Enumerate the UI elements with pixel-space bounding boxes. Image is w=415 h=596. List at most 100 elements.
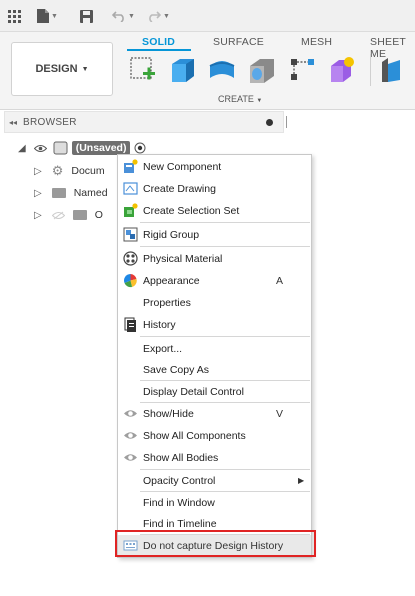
- menu-item-find-in-window[interactable]: Find in Window: [118, 492, 311, 513]
- tab-mesh[interactable]: MESH: [301, 36, 332, 48]
- tree-label: Named: [73, 187, 108, 199]
- gear-icon: ⚙: [51, 163, 64, 178]
- menu-item-display-detail-control[interactable]: Display Detail Control: [118, 381, 311, 402]
- eye-icon: [124, 454, 137, 461]
- menu-item-show-all-components[interactable]: Show All Components: [118, 425, 311, 446]
- workspace-label: DESIGN: [35, 63, 78, 75]
- menu-item-label: Export...: [143, 342, 183, 355]
- menu-item-label: Save Copy As: [143, 363, 209, 376]
- shortcut-label: A: [276, 274, 284, 287]
- undo-icon: [112, 11, 124, 22]
- menu-item-appearance[interactable]: Appearance A: [118, 270, 311, 291]
- expand-triangle-icon[interactable]: ▷: [34, 210, 42, 221]
- menu-item-label: New Component: [143, 160, 222, 173]
- context-menu: New Component Create Drawing Create Sele…: [117, 154, 312, 558]
- expand-triangle-icon[interactable]: ◢: [18, 143, 26, 154]
- menu-separator: [140, 246, 310, 247]
- browser-resize-handle[interactable]: [286, 116, 287, 128]
- file-icon: [37, 9, 49, 23]
- menu-item-export[interactable]: Export...: [118, 338, 311, 359]
- menu-item-label: Show All Components: [143, 429, 246, 442]
- app-grid-icon[interactable]: [8, 8, 21, 24]
- eye-icon: [124, 410, 137, 417]
- pattern-icon[interactable]: [288, 54, 320, 86]
- menu-item-label: Physical Material: [143, 252, 223, 265]
- save-icon: [80, 9, 93, 23]
- menu-item-save-copy-as[interactable]: Save Copy As: [118, 359, 311, 380]
- undo-button[interactable]: ▼: [112, 8, 135, 24]
- combine-icon[interactable]: [325, 54, 357, 86]
- menu-item-label: Show/Hide: [143, 407, 194, 420]
- menu-item-history[interactable]: History: [118, 314, 311, 335]
- workspace-switcher-button[interactable]: DESIGN ▼: [11, 42, 113, 96]
- menu-separator: [140, 336, 310, 337]
- shortcut-label: V: [276, 407, 284, 420]
- tree-row-document-settings[interactable]: ▷ ⚙ Docum: [34, 161, 105, 181]
- save-button[interactable]: [80, 8, 93, 24]
- browser-title: BROWSER: [23, 116, 77, 128]
- eye-icon[interactable]: [33, 144, 47, 153]
- hole-icon[interactable]: [246, 54, 278, 86]
- menu-item-label: Properties: [143, 296, 191, 309]
- menu-item-show-all-bodies[interactable]: Show All Bodies: [118, 447, 311, 468]
- menu-item-label: Find in Timeline: [143, 517, 217, 530]
- expand-triangle-icon[interactable]: ▷: [34, 188, 42, 199]
- tree-row-origin[interactable]: ▷ O: [34, 205, 103, 225]
- active-tab-indicator: [127, 49, 191, 51]
- menu-item-label: Appearance: [143, 274, 200, 287]
- tree-label: Docum: [71, 165, 105, 177]
- browser-header: ◂◂ BROWSER: [4, 111, 284, 133]
- pin-panel-icon[interactable]: [266, 119, 273, 126]
- ribbon: DESIGN ▼ SOLID SURFACE MESH SHEET ME CRE…: [0, 32, 415, 110]
- menu-item-create-selection-set[interactable]: Create Selection Set: [118, 200, 311, 221]
- chevron-down-icon: ▼: [81, 65, 89, 73]
- collapse-panel-icon[interactable]: ◂◂: [9, 118, 17, 127]
- menu-item-physical-material[interactable]: Physical Material: [118, 248, 311, 269]
- redo-button[interactable]: ▼: [147, 8, 170, 24]
- ribbon-divider: [370, 54, 371, 86]
- tab-surface[interactable]: SURFACE: [213, 36, 264, 48]
- chevron-down-icon: ▼: [51, 12, 58, 20]
- menu-item-label: Opacity Control: [143, 474, 216, 487]
- flange-icon[interactable]: [378, 54, 410, 86]
- revolve-icon[interactable]: [206, 54, 238, 86]
- document-root-label[interactable]: (Unsaved): [71, 141, 131, 155]
- chevron-down-icon: ▼: [163, 12, 170, 20]
- create-sketch-icon[interactable]: [128, 54, 160, 86]
- menu-item-label: Show All Bodies: [143, 451, 219, 464]
- menu-item-create-drawing[interactable]: Create Drawing: [118, 178, 311, 199]
- chevron-down-icon: ▼: [256, 98, 263, 104]
- folder-icon: [72, 210, 87, 220]
- highlight-annotation-box: [115, 530, 316, 557]
- physical-material-icon: [123, 251, 138, 266]
- chevron-down-icon: ▼: [128, 12, 135, 20]
- menu-item-label: Find in Window: [143, 496, 215, 509]
- menu-item-rigid-group[interactable]: Rigid Group: [118, 224, 311, 245]
- menu-item-show-hide[interactable]: Show/Hide V: [118, 403, 311, 424]
- file-menu-button[interactable]: ▼: [37, 8, 58, 24]
- folder-icon: [51, 188, 66, 198]
- extrude-box-icon[interactable]: [166, 54, 198, 86]
- hidden-eye-icon[interactable]: [51, 211, 65, 220]
- component-icon: [53, 141, 68, 155]
- menu-item-label: Rigid Group: [143, 228, 200, 241]
- menu-item-label: Display Detail Control: [143, 385, 244, 398]
- history-icon: [124, 317, 136, 332]
- new-component-icon: [124, 159, 138, 173]
- menu-item-opacity-control[interactable]: Opacity Control ▶: [118, 470, 311, 491]
- create-drawing-icon: [123, 182, 138, 195]
- expand-triangle-icon[interactable]: ▷: [34, 166, 42, 177]
- rigid-group-icon: [123, 227, 138, 242]
- menu-item-properties[interactable]: Properties: [118, 292, 311, 313]
- menu-item-new-component[interactable]: New Component: [118, 156, 311, 177]
- tree-label: O: [94, 209, 103, 221]
- menu-item-label: Create Selection Set: [143, 204, 240, 217]
- create-label: CREATE: [218, 94, 254, 104]
- activate-radio-icon[interactable]: [134, 142, 146, 154]
- eye-icon: [124, 432, 137, 439]
- tree-row-named-views[interactable]: ▷ Named: [34, 183, 108, 203]
- appearance-icon: [124, 274, 137, 288]
- create-menu-button[interactable]: CREATE ▼: [218, 94, 262, 104]
- quick-access-toolbar: ▼ ▼ ▼: [0, 0, 415, 32]
- tab-solid[interactable]: SOLID: [142, 36, 175, 48]
